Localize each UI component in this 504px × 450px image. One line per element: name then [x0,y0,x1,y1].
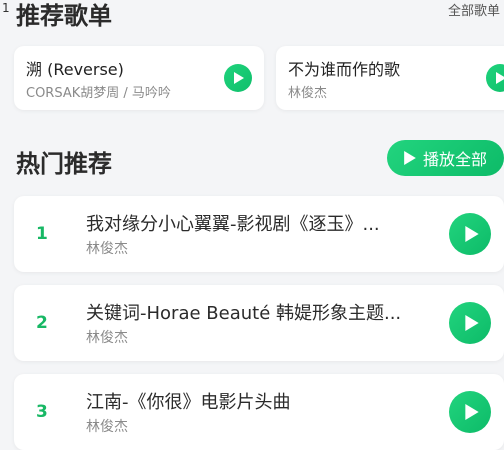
play-icon [464,226,479,242]
play-all-button[interactable]: 播放全部 [387,140,504,176]
song-play-button[interactable] [449,391,491,433]
play-icon [464,315,479,331]
recommend-card[interactable]: 溯 (Reverse) CORSAK胡梦周 / 马吟吟 [14,46,264,110]
all-playlists-label: 全部歌单 [447,4,500,19]
song-artist: 林俊杰 [86,330,128,346]
song-rank: 2 [36,313,48,333]
play-icon [496,72,504,84]
song-list-item[interactable]: 1 我对缘分小心翼翼-影视剧《逐玉》... 林俊杰 [14,196,504,272]
song-title: 关键词-Horae Beauté 韩媞形象主题... [86,303,402,324]
song-title: 我对缘分小心翼翼-影视剧《逐玉》... [86,214,380,235]
recommend-card[interactable]: 不为谁而作的歌 林俊杰 [276,46,504,110]
song-play-button[interactable] [449,213,491,255]
hot-section-title: 热门推荐 [16,150,112,178]
song-play-button[interactable] [449,302,491,344]
recommend-card-title: 不为谁而作的歌 [288,59,401,79]
recommend-card-title: 溯 (Reverse) [26,59,124,79]
play-button[interactable] [224,64,252,92]
recommend-section-title: 推荐歌单 [16,2,112,30]
song-title: 江南-《你很》电影片头曲 [86,392,291,413]
play-icon [234,72,244,84]
song-rank: 3 [36,402,48,422]
recommend-card-text: 不为谁而作的歌 林俊杰 [288,56,486,101]
status-bar-time: 1 [2,1,10,15]
recommend-card-artist: 林俊杰 [288,85,328,101]
recommend-card-row: 溯 (Reverse) CORSAK胡梦周 / 马吟吟 不为谁而作的歌 林俊杰 [14,46,504,110]
song-list-item[interactable]: 3 江南-《你很》电影片头曲 林俊杰 [14,374,504,450]
song-artist: 林俊杰 [86,241,128,257]
play-icon [464,404,479,420]
play-icon [404,151,416,165]
song-rank: 1 [36,224,48,244]
song-list-item[interactable]: 2 关键词-Horae Beauté 韩媞形象主题... 林俊杰 [14,285,504,361]
recommend-card-text: 溯 (Reverse) CORSAK胡梦周 / 马吟吟 [26,56,224,101]
play-all-label: 播放全部 [423,150,488,169]
all-playlists-link[interactable]: 全部歌单 [448,0,500,19]
song-artist: 林俊杰 [86,419,128,435]
play-button[interactable] [486,64,504,92]
recommend-card-artist: CORSAK胡梦周 / 马吟吟 [26,85,171,101]
